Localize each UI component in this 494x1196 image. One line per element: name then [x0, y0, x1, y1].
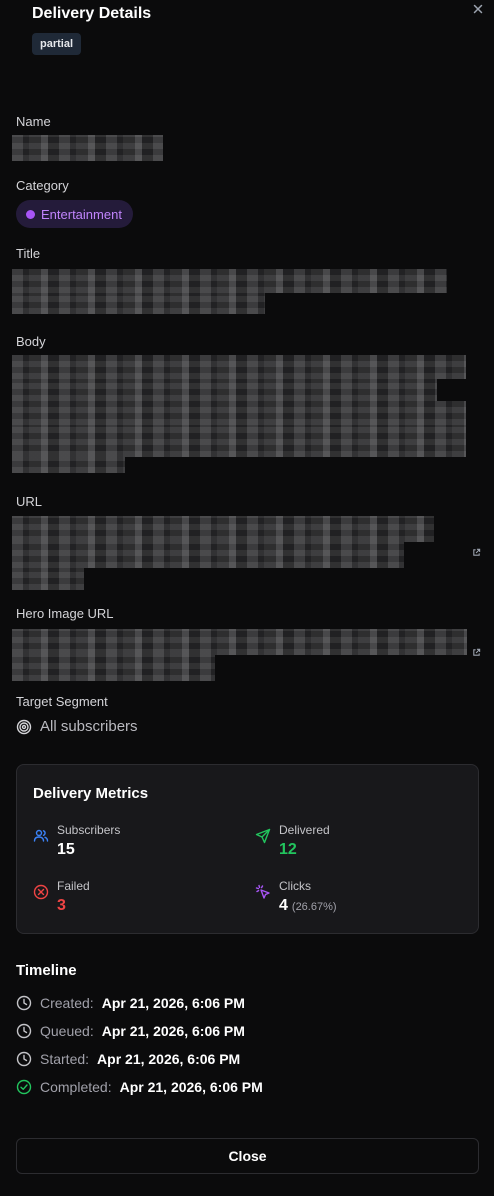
timeline-item-created: Created: Apr 21, 2026, 6:06 PM — [16, 994, 245, 1012]
metric-delivered-label: Delivered — [279, 823, 330, 837]
metric-delivered: Delivered 12 — [255, 823, 330, 860]
target-segment-value: All subscribers — [40, 718, 138, 735]
hero-image-url-label: Hero Image URL — [16, 606, 114, 621]
timeline-label: Completed: — [40, 1079, 112, 1095]
external-link-icon[interactable] — [472, 548, 481, 557]
metric-failed-label: Failed — [57, 879, 90, 893]
check-circle-icon — [16, 1079, 32, 1095]
url-value-redacted — [12, 516, 434, 542]
metric-subscribers-label: Subscribers — [57, 823, 121, 837]
delivery-metrics-card: Delivery Metrics Subscribers 15 Delivere… — [16, 764, 479, 934]
url-label: URL — [16, 494, 43, 509]
url-value-redacted-line2 — [12, 542, 404, 568]
timeline-value: Apr 21, 2026, 6:06 PM — [97, 1051, 241, 1067]
target-icon — [16, 719, 32, 734]
hero-url-value-redacted — [12, 629, 467, 655]
body-value-redacted-line3 — [12, 401, 466, 425]
page-title: Delivery Details — [32, 5, 152, 22]
metric-subscribers-value: 15 — [57, 841, 75, 858]
body-value-redacted-line4 — [12, 425, 466, 457]
metric-clicks-value-row: 4 (26.67%) — [279, 896, 337, 917]
metric-clicks: Clicks 4 (26.67%) — [255, 879, 337, 917]
hero-url-value-redacted-line2 — [12, 655, 215, 681]
timeline-label: Queued: — [40, 1023, 94, 1039]
target-segment-label: Target Segment — [16, 694, 108, 709]
delivery-details-panel: Delivery Details partial Name Category E… — [0, 0, 494, 1196]
title-value-redacted — [12, 269, 447, 293]
pointer-click-icon — [255, 884, 270, 899]
timeline-item-started: Started: Apr 21, 2026, 6:06 PM — [16, 1050, 240, 1068]
body-label: Body — [16, 334, 46, 349]
category-badge: Entertainment — [16, 200, 133, 228]
send-icon — [255, 828, 271, 844]
metric-failed-value: 3 — [57, 897, 66, 914]
title-value-redacted-line2 — [12, 293, 265, 314]
metrics-title: Delivery Metrics — [33, 785, 149, 802]
timeline-item-queued: Queued: Apr 21, 2026, 6:06 PM — [16, 1022, 245, 1040]
category-value: Entertainment — [41, 206, 122, 222]
timeline-label: Started: — [40, 1051, 90, 1067]
metric-clicks-label: Clicks — [279, 879, 311, 893]
metric-delivered-value: 12 — [279, 841, 297, 858]
body-value-redacted — [12, 355, 466, 379]
x-circle-icon — [33, 884, 49, 900]
metric-clicks-rate: (26.67%) — [291, 901, 337, 913]
timeline-title: Timeline — [16, 962, 77, 979]
metric-subscribers: Subscribers 15 — [33, 823, 120, 860]
clock-icon — [16, 995, 32, 1011]
body-value-redacted-line5 — [12, 457, 125, 473]
name-value-redacted — [12, 135, 163, 161]
timeline-item-completed: Completed: Apr 21, 2026, 6:06 PM — [16, 1078, 263, 1096]
timeline-label: Created: — [40, 995, 94, 1011]
status-badge: partial — [32, 33, 82, 55]
category-label: Category — [16, 178, 69, 193]
timeline-value: Apr 21, 2026, 6:06 PM — [101, 995, 245, 1011]
external-link-icon[interactable] — [472, 648, 481, 657]
target-segment: All subscribers — [16, 718, 138, 735]
title-label: Title — [16, 246, 41, 261]
users-icon — [33, 829, 49, 842]
name-label: Name — [16, 114, 51, 129]
metric-failed: Failed 3 — [33, 879, 90, 916]
timeline-value: Apr 21, 2026, 6:06 PM — [101, 1023, 245, 1039]
close-button[interactable]: Close — [16, 1138, 479, 1174]
clock-icon — [16, 1051, 32, 1067]
url-value-redacted-line3 — [12, 568, 84, 590]
clock-icon — [16, 1023, 32, 1039]
category-dot-icon — [26, 209, 35, 219]
timeline-value: Apr 21, 2026, 6:06 PM — [119, 1079, 263, 1095]
close-icon[interactable] — [471, 2, 485, 16]
body-value-redacted-line2 — [12, 379, 437, 401]
metric-clicks-value: 4 — [279, 897, 288, 914]
